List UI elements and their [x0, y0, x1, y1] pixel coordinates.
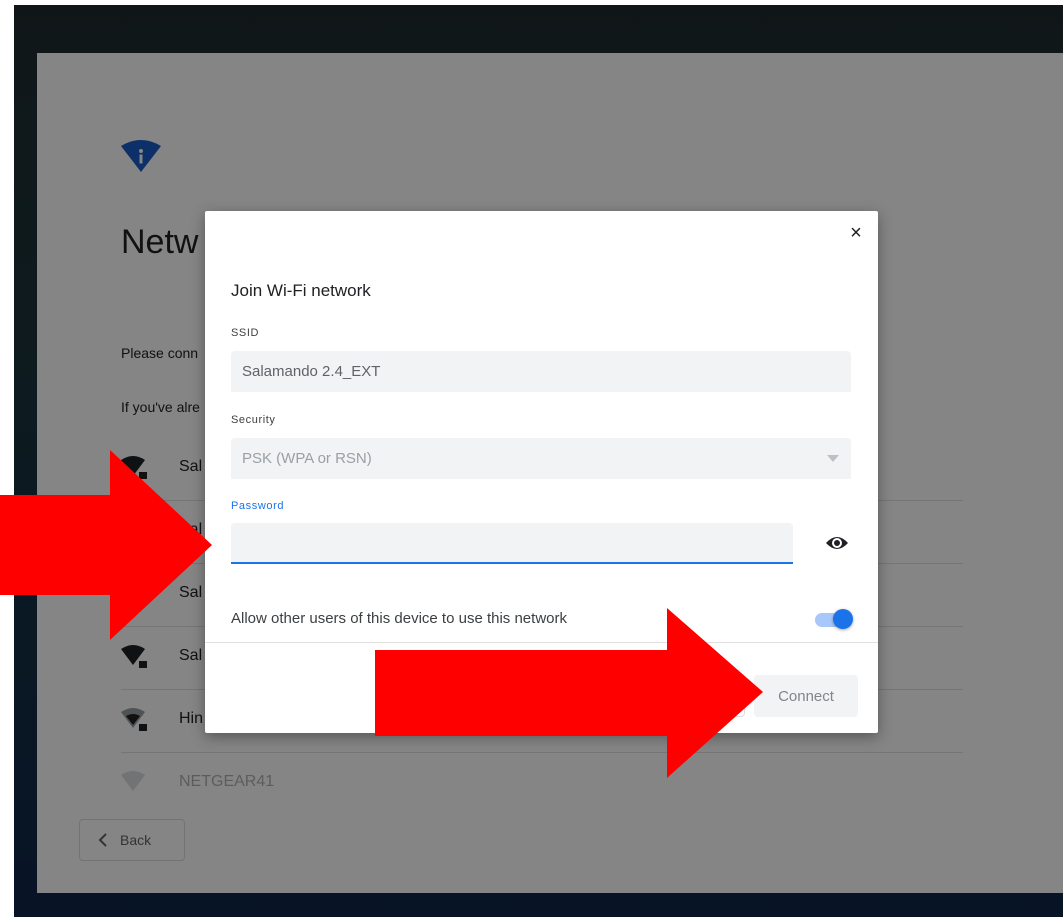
ssid-field[interactable]: Salamando 2.4_EXT	[231, 351, 851, 392]
share-network-toggle[interactable]	[813, 608, 853, 630]
dialog-title: Join Wi-Fi network	[231, 281, 371, 300]
annotation-arrow-left	[0, 450, 212, 640]
security-select[interactable]: PSK (WPA or RSN)	[231, 438, 851, 479]
close-icon[interactable]: ×	[844, 221, 868, 245]
annotation-arrow-right	[375, 608, 763, 778]
ssid-value: Salamando 2.4_EXT	[242, 363, 381, 380]
security-value: PSK (WPA or RSN)	[242, 450, 372, 467]
password-label: Password	[231, 500, 285, 512]
toggle-thumb	[833, 609, 853, 629]
ssid-label: SSID	[231, 327, 260, 339]
connect-button[interactable]: Connect	[754, 675, 858, 717]
security-label: Security	[231, 414, 276, 426]
password-input[interactable]	[231, 523, 793, 564]
show-password-icon[interactable]	[825, 533, 849, 553]
dropdown-arrow-icon	[827, 455, 839, 462]
